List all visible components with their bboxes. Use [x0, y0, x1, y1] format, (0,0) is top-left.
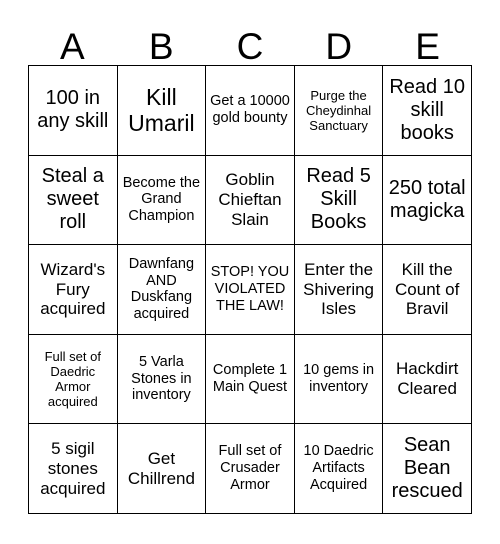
bingo-cell-b4[interactable]: 5 Varla Stones in inventory	[117, 334, 207, 425]
bingo-row: 100 in any skill Kill Umaril Get a 10000 g…	[29, 66, 472, 156]
bingo-cell-label: Get a 10000 gold bounty	[210, 93, 290, 127]
bingo-cell-d5[interactable]: 10 Daedric Artifacts Acquired	[294, 424, 384, 514]
bingo-row: 5 sigil stones acquired Get Chillrend Full…	[29, 424, 472, 514]
bingo-cell-label: STOP! YOU VIOLATED THE LAW!	[210, 264, 290, 314]
bingo-cell-label: Full set of Daedric Armor acquired	[44, 348, 101, 410]
bingo-cell-label: Kill the Count of Bravil	[395, 259, 460, 319]
bingo-cell-label: 5 sigil stones acquired	[40, 439, 106, 498]
bingo-cell-a5[interactable]: 5 sigil stones acquired	[29, 424, 118, 514]
bingo-cell-label: Complete 1 Main Quest	[212, 362, 288, 396]
column-header-a: A	[60, 26, 85, 67]
bingo-row: Full set of Daedric Armor acquired 5 Varl…	[29, 334, 472, 425]
column-header-b: B	[148, 26, 174, 67]
bingo-row: Steal a sweet roll Become the Grand Champ…	[29, 155, 472, 246]
bingo-cell-label: Purge the Cheydinhal Sanctuary	[306, 87, 372, 133]
bingo-cell-label: Wizard's Fury acquired	[40, 259, 106, 319]
bingo-cell-label: 10 gems in inventory	[303, 362, 375, 396]
bingo-cell-a1[interactable]: 100 in any skill	[29, 66, 118, 156]
column-header-d: D	[325, 26, 353, 67]
column-header-c: C	[236, 26, 264, 67]
bingo-card: A B C D E 100 in any skill Kill Umaril Get a 1…	[0, 0, 500, 544]
bingo-cell-label: 250 total magicka	[388, 176, 466, 222]
bingo-cell-b1[interactable]: Kill Umaril	[117, 66, 207, 156]
bingo-cell-a2[interactable]: Steal a sweet roll	[29, 155, 118, 246]
bingo-cell-c3[interactable]: STOP! YOU VIOLATED THE LAW!	[206, 245, 295, 335]
bingo-cell-e2[interactable]: 250 total magicka	[383, 155, 472, 246]
bingo-cell-label: Sean Bean rescued	[391, 433, 463, 503]
bingo-cell-d1[interactable]: Purge the Cheydinhal Sanctuary	[294, 66, 384, 156]
bingo-cell-b5[interactable]: Get Chillrend	[117, 424, 207, 514]
bingo-cell-label: Full set of Crusader Armor	[218, 443, 282, 494]
bingo-cell-a3[interactable]: Wizard's Fury acquired	[29, 245, 118, 335]
bingo-cell-label: 100 in any skill	[37, 87, 109, 133]
bingo-cell-label: Hackdirt Cleared	[395, 359, 459, 399]
bingo-cell-label: 5 Varla Stones in inventory	[131, 353, 192, 404]
bingo-cell-b3[interactable]: Dawnfang AND Duskfang acquired	[117, 245, 207, 335]
bingo-cell-d4[interactable]: 10 gems in inventory	[294, 334, 384, 425]
bingo-cell-e3[interactable]: Kill the Count of Bravil	[383, 245, 472, 335]
bingo-cell-c4[interactable]: Complete 1 Main Quest	[206, 334, 295, 425]
column-header-e: E	[415, 26, 440, 67]
bingo-cell-c5[interactable]: Full set of Crusader Armor	[206, 424, 295, 514]
bingo-cell-e5[interactable]: Sean Bean rescued	[383, 424, 472, 514]
bingo-cell-label: Read 10 skill books	[389, 75, 465, 144]
bingo-cell-e1[interactable]: Read 10 skill books	[383, 66, 472, 156]
bingo-cell-label: Kill Umaril	[128, 83, 195, 137]
bingo-cell-label: Get Chillrend	[127, 448, 195, 488]
bingo-cell-label: Steal a sweet roll	[41, 165, 104, 234]
bingo-cell-label: 10 Daedric Artifacts Acquired	[303, 443, 374, 494]
bingo-cell-d3[interactable]: Enter the Shivering Isles	[294, 245, 384, 335]
bingo-row: Wizard's Fury acquired Dawnfang AND Duskf…	[29, 245, 472, 335]
bingo-cell-label: Become the Grand Champion	[122, 174, 201, 225]
bingo-cell-label: Enter the Shivering Isles	[303, 259, 375, 319]
bingo-cell-b2[interactable]: Become the Grand Champion	[117, 155, 207, 246]
bingo-cell-label: Goblin Chieftan Slain	[218, 170, 282, 229]
column-header-row: A B C D E	[28, 18, 472, 65]
bingo-cell-d2[interactable]: Read 5 Skill Books	[294, 155, 384, 246]
bingo-cell-c2[interactable]: Goblin Chieftan Slain	[206, 155, 295, 246]
bingo-cell-e4[interactable]: Hackdirt Cleared	[383, 334, 472, 425]
bingo-grid: 100 in any skill Kill Umaril Get a 10000 g…	[28, 65, 472, 514]
bingo-cell-a4[interactable]: Full set of Daedric Armor acquired	[29, 334, 118, 425]
bingo-cell-c1[interactable]: Get a 10000 gold bounty	[206, 66, 295, 156]
bingo-cell-label: Dawnfang AND Duskfang acquired	[128, 255, 195, 323]
bingo-cell-label: Read 5 Skill Books	[306, 165, 371, 234]
